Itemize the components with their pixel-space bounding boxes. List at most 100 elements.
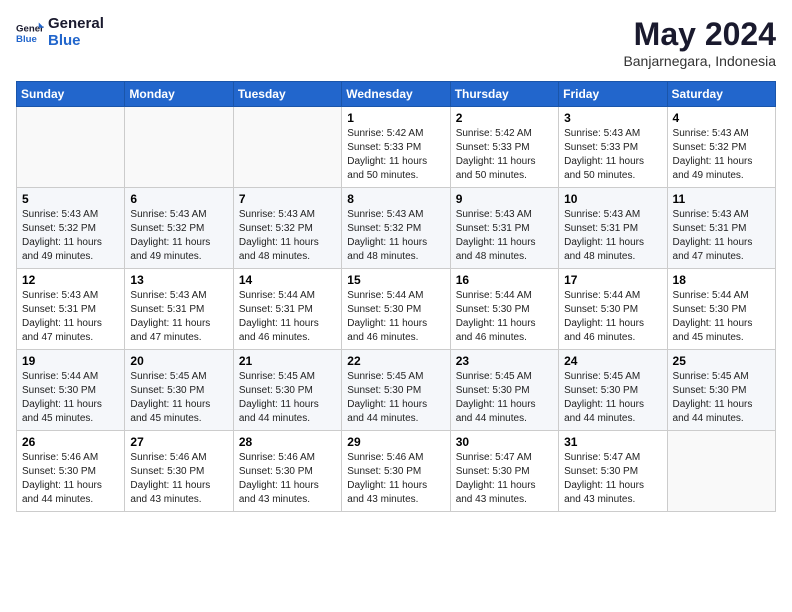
day-cell: 1 Sunrise: 5:42 AM Sunset: 5:33 PM Daylig… (342, 107, 450, 188)
day-number: 12 (22, 273, 119, 287)
day-number: 6 (130, 192, 227, 206)
header-wednesday: Wednesday (342, 82, 450, 107)
day-number: 25 (673, 354, 770, 368)
day-info: Sunrise: 5:42 AM Sunset: 5:33 PM Dayligh… (347, 127, 444, 183)
day-number: 14 (239, 273, 336, 287)
day-info: Sunrise: 5:45 AM Sunset: 5:30 PM Dayligh… (564, 370, 661, 426)
day-number: 30 (456, 435, 553, 449)
day-info: Sunrise: 5:43 AM Sunset: 5:31 PM Dayligh… (673, 208, 770, 264)
day-cell: 31 Sunrise: 5:47 AM Sunset: 5:30 PM Dayli… (559, 431, 667, 512)
day-cell: 7 Sunrise: 5:43 AM Sunset: 5:32 PM Daylig… (233, 188, 341, 269)
title-block: May 2024 Banjarnegara, Indonesia (623, 16, 776, 69)
day-number: 26 (22, 435, 119, 449)
day-number: 17 (564, 273, 661, 287)
day-cell: 10 Sunrise: 5:43 AM Sunset: 5:31 PM Dayli… (559, 188, 667, 269)
day-cell: 25Sunrise: 5:45 AM Sunset: 5:30 PM Dayli… (667, 350, 775, 431)
day-number: 1 (347, 111, 444, 125)
day-info: Sunrise: 5:44 AM Sunset: 5:30 PM Dayligh… (673, 289, 770, 345)
svg-text:Blue: Blue (16, 33, 37, 44)
week-row-3: 12 Sunrise: 5:43 AM Sunset: 5:31 PM Dayli… (17, 269, 776, 350)
day-info: Sunrise: 5:43 AM Sunset: 5:32 PM Dayligh… (22, 208, 119, 264)
day-number: 22 (347, 354, 444, 368)
day-cell: 8 Sunrise: 5:43 AM Sunset: 5:32 PM Daylig… (342, 188, 450, 269)
day-cell (125, 107, 233, 188)
day-number: 19 (22, 354, 119, 368)
week-row-5: 26 Sunrise: 5:46 AM Sunset: 5:30 PM Dayli… (17, 431, 776, 512)
day-number: 10 (564, 192, 661, 206)
day-cell: 22 Sunrise: 5:45 AM Sunset: 5:30 PM Dayli… (342, 350, 450, 431)
day-info: Sunrise: 5:45 AM Sunset: 5:30 PM Dayligh… (456, 370, 553, 426)
day-info: Sunrise: 5:43 AM Sunset: 5:32 PM Dayligh… (130, 208, 227, 264)
day-cell: 13Sunrise: 5:43 AM Sunset: 5:31 PM Dayli… (125, 269, 233, 350)
day-info: Sunrise: 5:43 AM Sunset: 5:31 PM Dayligh… (564, 208, 661, 264)
day-number: 9 (456, 192, 553, 206)
day-cell: 18 Sunrise: 5:44 AM Sunset: 5:30 PM Dayli… (667, 269, 775, 350)
day-number: 28 (239, 435, 336, 449)
day-cell: 24 Sunrise: 5:45 AM Sunset: 5:30 PM Dayli… (559, 350, 667, 431)
day-info: Sunrise: 5:43 AM Sunset: 5:32 PM Dayligh… (239, 208, 336, 264)
day-info: Sunrise: 5:44 AM Sunset: 5:31 PM Dayligh… (239, 289, 336, 345)
day-number: 8 (347, 192, 444, 206)
day-number: 24 (564, 354, 661, 368)
day-info: Sunrise: 5:43 AM Sunset: 5:32 PM Dayligh… (347, 208, 444, 264)
day-cell: 29 Sunrise: 5:46 AM Sunset: 5:30 PM Dayli… (342, 431, 450, 512)
page-header: General Blue General Blue May 2024 Banja… (16, 16, 776, 69)
day-number: 18 (673, 273, 770, 287)
day-number: 2 (456, 111, 553, 125)
day-cell: 6 Sunrise: 5:43 AM Sunset: 5:32 PM Daylig… (125, 188, 233, 269)
day-info: Sunrise: 5:47 AM Sunset: 5:30 PM Dayligh… (456, 451, 553, 507)
day-number: 3 (564, 111, 661, 125)
day-number: 16 (456, 273, 553, 287)
day-number: 31 (564, 435, 661, 449)
logo-text-blue: Blue (48, 33, 104, 50)
header-sunday: Sunday (17, 82, 125, 107)
day-info: Sunrise: 5:45 AM Sunset: 5:30 PM Dayligh… (130, 370, 227, 426)
day-number: 27 (130, 435, 227, 449)
day-info: Sunrise: 5:44 AM Sunset: 5:30 PM Dayligh… (564, 289, 661, 345)
calendar-table: SundayMondayTuesdayWednesdayThursdayFrid… (16, 81, 776, 512)
day-cell: 3 Sunrise: 5:43 AM Sunset: 5:33 PM Daylig… (559, 107, 667, 188)
day-number: 29 (347, 435, 444, 449)
calendar-header-row: SundayMondayTuesdayWednesdayThursdayFrid… (17, 82, 776, 107)
logo-text-general: General (48, 16, 104, 33)
day-number: 5 (22, 192, 119, 206)
day-cell: 26Sunrise: 5:46 AM Sunset: 5:30 PM Dayli… (17, 431, 125, 512)
week-row-4: 19Sunrise: 5:44 AM Sunset: 5:30 PM Dayli… (17, 350, 776, 431)
logo-icon: General Blue (16, 19, 44, 47)
day-info: Sunrise: 5:47 AM Sunset: 5:30 PM Dayligh… (564, 451, 661, 507)
day-cell: 14 Sunrise: 5:44 AM Sunset: 5:31 PM Dayli… (233, 269, 341, 350)
day-cell: 9 Sunrise: 5:43 AM Sunset: 5:31 PM Daylig… (450, 188, 558, 269)
day-info: Sunrise: 5:43 AM Sunset: 5:31 PM Dayligh… (130, 289, 227, 345)
day-cell: 20 Sunrise: 5:45 AM Sunset: 5:30 PM Dayli… (125, 350, 233, 431)
day-number: 7 (239, 192, 336, 206)
header-saturday: Saturday (667, 82, 775, 107)
day-cell: 28 Sunrise: 5:46 AM Sunset: 5:30 PM Dayli… (233, 431, 341, 512)
day-info: Sunrise: 5:44 AM Sunset: 5:30 PM Dayligh… (456, 289, 553, 345)
header-monday: Monday (125, 82, 233, 107)
day-cell: 5 Sunrise: 5:43 AM Sunset: 5:32 PM Daylig… (17, 188, 125, 269)
day-info: Sunrise: 5:42 AM Sunset: 5:33 PM Dayligh… (456, 127, 553, 183)
month-title: May 2024 (623, 16, 776, 53)
day-info: Sunrise: 5:46 AM Sunset: 5:30 PM Dayligh… (130, 451, 227, 507)
location: Banjarnegara, Indonesia (623, 53, 776, 69)
day-info: Sunrise: 5:43 AM Sunset: 5:33 PM Dayligh… (564, 127, 661, 183)
header-friday: Friday (559, 82, 667, 107)
day-cell: 27 Sunrise: 5:46 AM Sunset: 5:30 PM Dayli… (125, 431, 233, 512)
header-tuesday: Tuesday (233, 82, 341, 107)
day-cell: 16 Sunrise: 5:44 AM Sunset: 5:30 PM Dayli… (450, 269, 558, 350)
day-number: 23 (456, 354, 553, 368)
day-info: Sunrise: 5:45 AM Sunset: 5:30 PM Dayligh… (239, 370, 336, 426)
week-row-2: 5 Sunrise: 5:43 AM Sunset: 5:32 PM Daylig… (17, 188, 776, 269)
day-info: Sunrise: 5:43 AM Sunset: 5:31 PM Dayligh… (456, 208, 553, 264)
day-cell: 23 Sunrise: 5:45 AM Sunset: 5:30 PM Dayli… (450, 350, 558, 431)
header-thursday: Thursday (450, 82, 558, 107)
day-cell (233, 107, 341, 188)
day-info: Sunrise: 5:43 AM Sunset: 5:31 PM Dayligh… (22, 289, 119, 345)
logo: General Blue General Blue (16, 16, 104, 49)
day-info: Sunrise: 5:45 AM Sunset: 5:30 PM Dayligh… (347, 370, 444, 426)
day-number: 20 (130, 354, 227, 368)
day-cell: 12 Sunrise: 5:43 AM Sunset: 5:31 PM Dayli… (17, 269, 125, 350)
day-cell: 19Sunrise: 5:44 AM Sunset: 5:30 PM Dayli… (17, 350, 125, 431)
day-info: Sunrise: 5:46 AM Sunset: 5:30 PM Dayligh… (239, 451, 336, 507)
day-info: Sunrise: 5:46 AM Sunset: 5:30 PM Dayligh… (347, 451, 444, 507)
